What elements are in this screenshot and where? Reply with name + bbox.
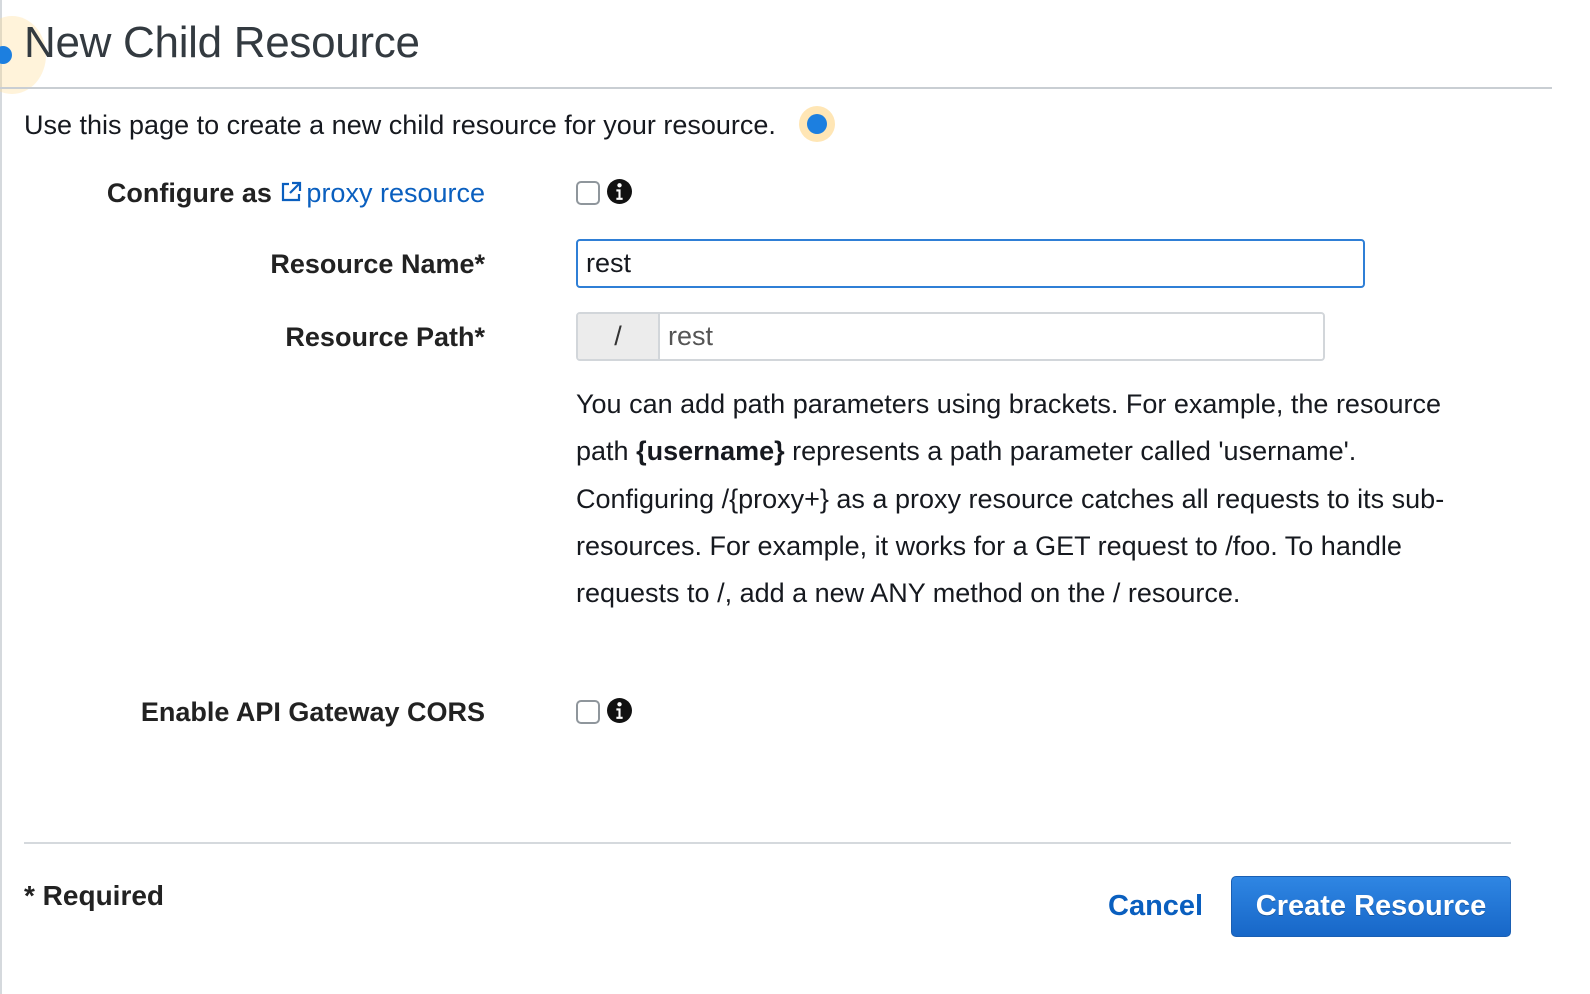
resource-path-label: Resource Path* [285, 322, 485, 352]
proxy-resource-checkbox[interactable] [576, 181, 600, 205]
intro-text: Use this page to create a new child reso… [24, 110, 776, 140]
info-icon[interactable] [607, 698, 632, 723]
create-resource-button[interactable]: Create Resource [1231, 876, 1511, 937]
proxy-resource-label: Configure as proxy resource [107, 178, 485, 209]
resource-path-group: / [576, 312, 1325, 361]
required-note: * Required [24, 880, 165, 911]
proxy-link-text: proxy resource [306, 178, 485, 208]
proxy-label-prefix: Configure as [106, 178, 280, 208]
cors-label: Enable API Gateway CORS [140, 697, 485, 727]
resource-path-input[interactable] [660, 314, 1323, 359]
footer-divider [24, 842, 1511, 844]
cors-checkbox[interactable] [576, 700, 600, 724]
hint-beacon-intro[interactable] [799, 106, 835, 142]
info-icon[interactable] [607, 179, 632, 204]
path-help-text: You can add path parameters using bracke… [576, 381, 1496, 617]
page-title: New Child Resource [24, 18, 420, 67]
help-param-example: {username} [636, 436, 785, 467]
left-border [0, 0, 2, 994]
proxy-resource-link[interactable]: proxy resource [279, 178, 485, 208]
title-divider [0, 87, 1552, 89]
external-link-icon [282, 181, 302, 202]
resource-path-prefix: / [578, 314, 660, 359]
resource-name-label: Resource Name* [270, 249, 485, 279]
cancel-button[interactable]: Cancel [1108, 890, 1203, 923]
resource-name-input[interactable] [576, 239, 1365, 288]
